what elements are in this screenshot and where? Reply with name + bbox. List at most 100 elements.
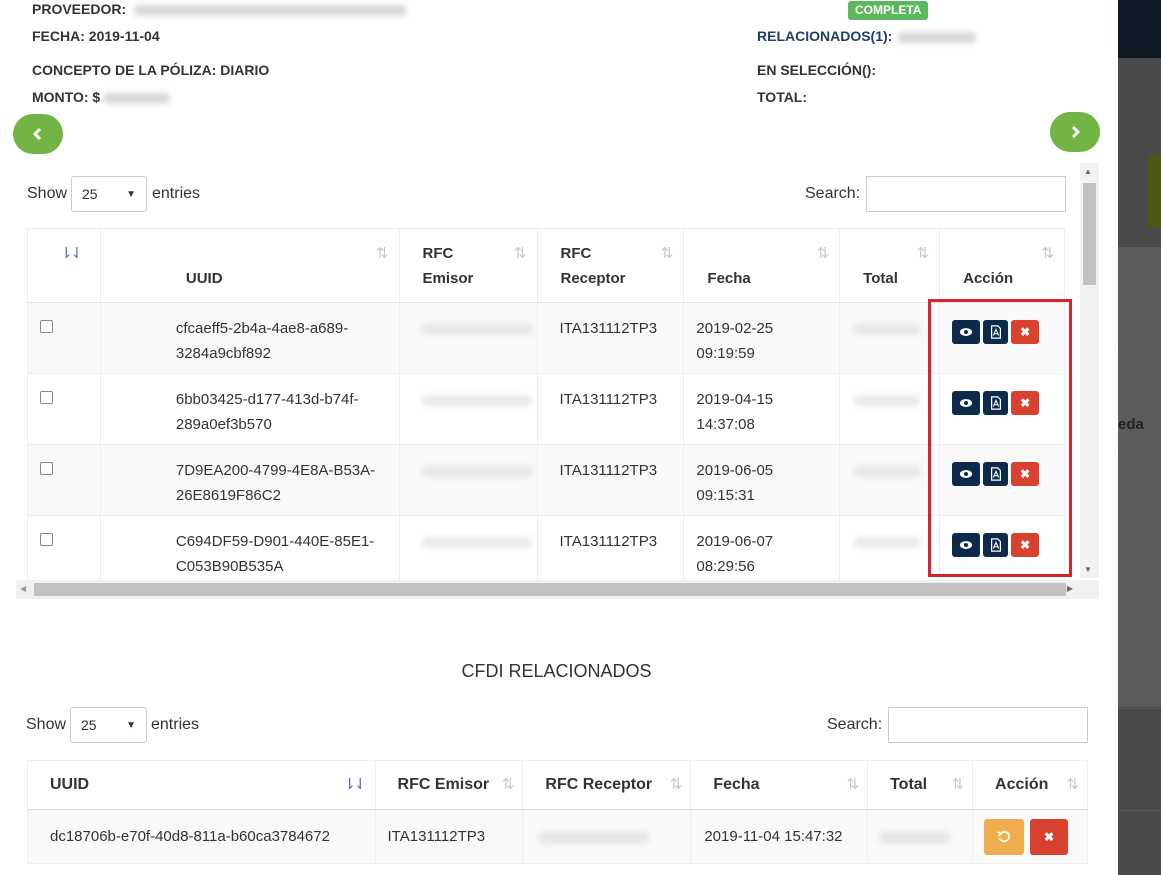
monto-redacted: [104, 92, 171, 104]
next-button[interactable]: [1050, 112, 1100, 152]
proveedor-row: PROVEEDOR:: [32, 1, 407, 17]
sort-icon: ⇅: [951, 776, 964, 793]
proveedor-redacted: [134, 4, 407, 16]
uuid-text: 3284a9cbf892: [175, 345, 271, 362]
entries-select[interactable]: 25 ▼: [70, 707, 147, 743]
fecha-text: 2019-06-05: [696, 462, 774, 479]
scroll-left-icon[interactable]: ◀: [20, 584, 26, 593]
fecha-text: 2019-06-07: [696, 533, 774, 550]
entries-select[interactable]: 25 ▼: [71, 176, 147, 212]
rfc-receptor-cell: ITA131112TP3: [537, 515, 685, 587]
fecha-text: 09:15:31: [696, 487, 755, 504]
backdrop-text: eda: [1118, 416, 1144, 433]
uuid-cell: C694DF59-D901-440E-85E1- C053B90B535A: [100, 515, 400, 587]
fecha-cell: 2019-06-05 09:15:31: [683, 444, 841, 516]
column-header-rfc-emisor[interactable]: RFC Emisor ⇅: [399, 228, 538, 303]
row-checkbox[interactable]: [40, 391, 53, 404]
sort-icon: ⇅: [816, 245, 830, 262]
scroll-up-icon[interactable]: ▲: [1084, 167, 1092, 176]
column-header-fecha[interactable]: Fecha ⇅: [683, 228, 841, 303]
column-header-label: UUID: [50, 776, 90, 793]
column-header-uuid[interactable]: UUID ⇅: [100, 228, 400, 303]
column-header-rfc-receptor[interactable]: RFC Receptor ⇅: [522, 760, 692, 810]
uuid-text: 7D9EA200-4799-4E8A-B53A-: [175, 462, 376, 479]
column-header-label: Acción: [995, 776, 1049, 793]
column-header-uuid[interactable]: UUID ⇂⇃: [27, 760, 376, 810]
column-header-fecha[interactable]: Fecha ⇅: [690, 760, 869, 810]
column-header-rfc-receptor[interactable]: RFC Receptor ⇅: [537, 228, 685, 303]
fecha-text: 2019-02-25: [696, 320, 774, 337]
backdrop-divider: [1118, 247, 1161, 248]
uuid-cell: 6bb03425-d177-413d-b74f- 289a0ef3b570: [100, 373, 400, 445]
total-cell: [839, 302, 941, 374]
fecha-cell: 2019-04-15 14:37:08: [683, 373, 841, 445]
search-input[interactable]: [866, 176, 1066, 212]
uuid-text: C053B90B535A: [175, 558, 284, 575]
search-input[interactable]: [888, 707, 1088, 743]
table-row: 7D9EA200-4799-4E8A-B53A- 26E8619F86C2 ITA…: [27, 444, 1065, 516]
column-header-label: Fecha: [707, 270, 751, 287]
concepto-label: CONCEPTO DE LA PÓLIZA:: [32, 62, 217, 78]
rfc-receptor-cell: [522, 809, 692, 864]
total-cell: [867, 809, 974, 864]
highlight-box: [928, 299, 1072, 577]
rfc-emisor-cell: ITA131112TP3: [374, 809, 524, 864]
prev-button[interactable]: [13, 114, 63, 154]
row-checkbox[interactable]: [40, 462, 53, 475]
relacionados-row: RELACIONADOS(1):: [757, 28, 977, 44]
scrollbar-thumb[interactable]: [1083, 183, 1096, 285]
scroll-down-icon[interactable]: ▼: [1084, 565, 1092, 574]
entries-select-value: 25: [82, 186, 98, 202]
delete-button[interactable]: ✖: [1030, 818, 1069, 855]
column-header-label: Fecha: [713, 776, 760, 793]
fecha-label: FECHA:: [32, 28, 85, 44]
concepto-row: CONCEPTO DE LA PÓLIZA: DIARIO: [32, 62, 269, 78]
undo-icon: [997, 830, 1010, 842]
row-checkbox-cell: [27, 302, 101, 374]
rfc-receptor-cell: ITA131112TP3: [537, 373, 685, 445]
search-label: Search:: [827, 716, 883, 733]
fecha-text: 09:19:59: [696, 345, 755, 362]
sort-icon: ⇅: [660, 245, 674, 262]
redacted-value: [880, 831, 951, 843]
column-header-label: RFC: [422, 245, 454, 262]
uuid-text: C694DF59-D901-440E-85E1-: [175, 533, 375, 550]
caret-down-icon: ▼: [126, 719, 136, 731]
redacted-value: [854, 536, 921, 548]
column-header-label: UUID: [185, 270, 223, 287]
table-header-row: UUID ⇂⇃ RFC Emisor ⇅ RFC Receptor ⇅ Fecha ⇅ …: [27, 760, 1088, 810]
column-header-rfc-emisor[interactable]: RFC Emisor ⇅: [374, 760, 524, 810]
backdrop-panel: [1118, 247, 1161, 707]
column-header-total[interactable]: Total ⇅: [839, 228, 941, 303]
column-header-label: RFC Emisor: [397, 776, 490, 793]
fecha-cell: 2019-11-04 15:47:32: [690, 809, 869, 864]
total-cell: [839, 373, 941, 445]
scrollbar-thumb[interactable]: [34, 583, 1066, 596]
page-backdrop: eda: [1118, 0, 1161, 875]
backdrop-button: [1148, 155, 1161, 227]
column-header-total[interactable]: Total ⇅: [867, 760, 974, 810]
row-checkbox[interactable]: [40, 533, 53, 546]
redacted-value: [421, 323, 532, 335]
undo-button[interactable]: [984, 818, 1025, 855]
table-header-row: ⇂⇃ UUID ⇅ RFC Emisor ⇅ RFC Receptor ⇅ Fe…: [27, 228, 1065, 303]
show-label: Show: [26, 716, 67, 733]
sort-icon: ⇅: [669, 776, 683, 793]
table-row: C694DF59-D901-440E-85E1- C053B90B535A ITA…: [27, 515, 1065, 587]
rfc-emisor-cell: [399, 302, 538, 374]
fecha-text: 14:37:08: [696, 416, 755, 433]
sort-icon: ⇅: [846, 776, 860, 793]
horizontal-scrollbar[interactable]: ◀ ▶: [16, 580, 1099, 599]
uuid-cell: 7D9EA200-4799-4E8A-B53A- 26E8619F86C2: [100, 444, 400, 516]
backdrop-divider: [1118, 450, 1161, 451]
vertical-scrollbar[interactable]: ▲ ▼: [1080, 163, 1099, 578]
row-checkbox[interactable]: [40, 320, 53, 333]
redacted-value: [854, 465, 921, 477]
column-header-accion[interactable]: Acción ⇅: [939, 228, 1065, 303]
uuid-text: 26E8619F86C2: [175, 487, 281, 504]
sort-icon: ⇅: [501, 776, 515, 793]
column-header-select[interactable]: ⇂⇃: [27, 228, 101, 303]
scroll-right-icon[interactable]: ▶: [1067, 584, 1073, 593]
column-header-accion[interactable]: Acción ⇅: [972, 760, 1088, 810]
column-header-label: RFC: [560, 245, 592, 262]
